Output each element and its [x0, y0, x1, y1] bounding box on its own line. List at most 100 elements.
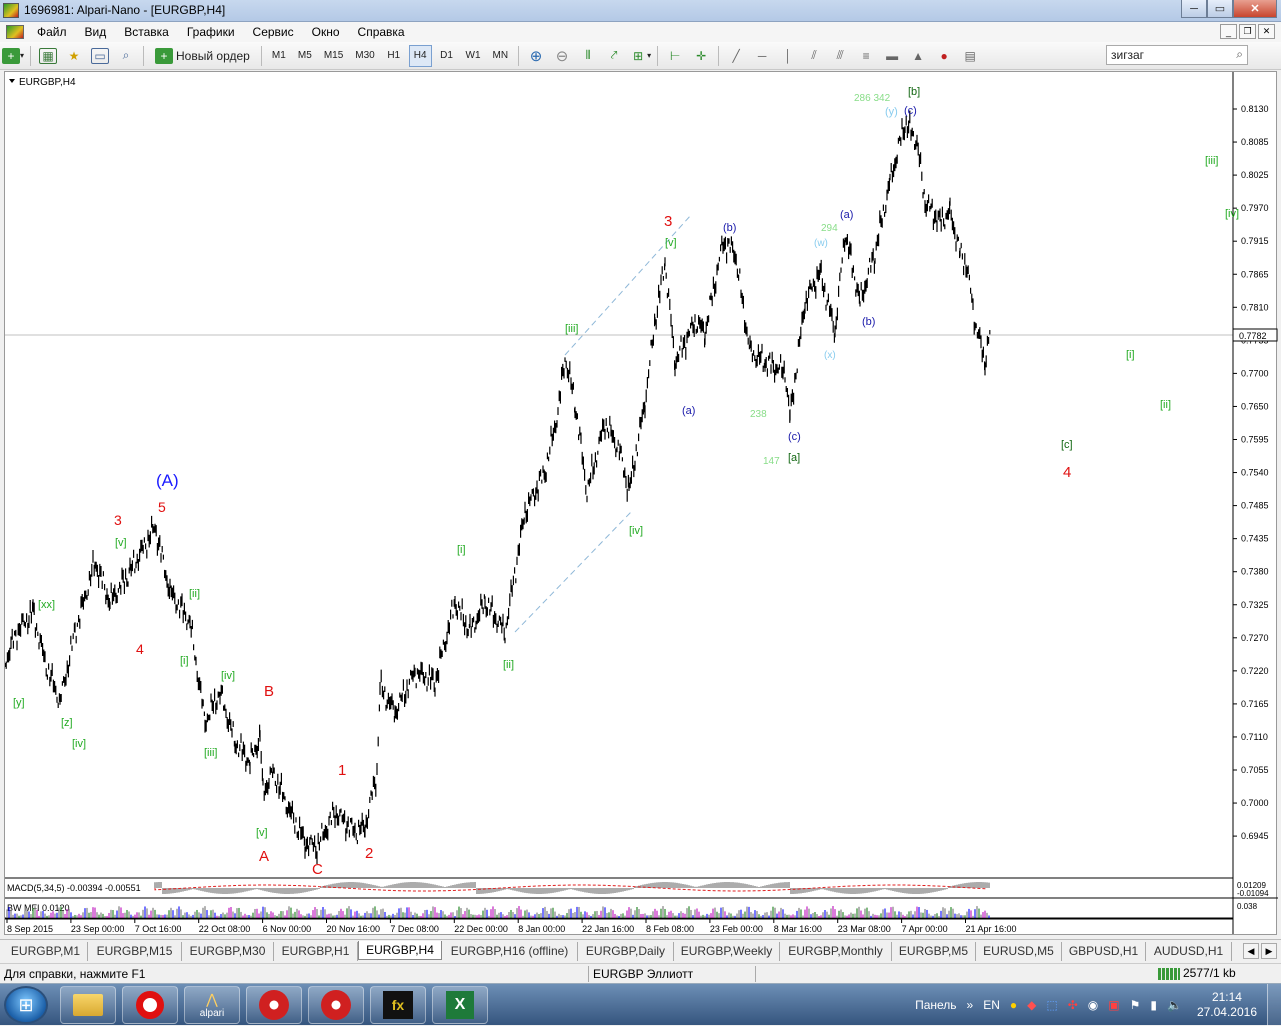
wave-label: 4 — [136, 641, 144, 657]
taskbar-app-red-1[interactable] — [246, 986, 302, 1024]
new-chart-button[interactable]: + ▾ — [2, 45, 24, 67]
channel-tool[interactable]: ⫽ — [803, 45, 825, 67]
tray-app-icon[interactable]: ● — [1010, 998, 1017, 1012]
search-icon[interactable]: ⌕ — [1236, 47, 1243, 62]
tf-m30[interactable]: M30 — [351, 45, 378, 67]
tab-eurgbp-daily[interactable]: EURGBP,Daily — [578, 942, 674, 961]
tray-panel[interactable]: Панель — [915, 998, 956, 1012]
minimize-button[interactable]: ─ — [1181, 0, 1207, 18]
taskbar-explorer[interactable] — [60, 986, 116, 1024]
trendline-tool[interactable]: ╱ — [725, 45, 747, 67]
tf-d1[interactable]: D1 — [436, 45, 458, 67]
tray-clock[interactable]: 21:14 27.04.2016 — [1197, 990, 1257, 1020]
vline-icon: │ — [784, 48, 792, 63]
wave-label: 3 — [114, 512, 122, 528]
mdi-close-button[interactable]: ✕ — [1258, 24, 1275, 39]
text-tool[interactable]: ▤ — [959, 45, 981, 67]
menu-tools[interactable]: Сервис — [244, 25, 303, 39]
tab-scroll-right-icon[interactable]: ▶ — [1261, 943, 1277, 959]
arrow-up-tool[interactable]: ▲ — [907, 45, 929, 67]
arrow-down-tool[interactable]: ● — [933, 45, 955, 67]
windows-logo-icon: ⊞ — [18, 994, 34, 1015]
mdi-minimize-button[interactable]: _ — [1220, 24, 1237, 39]
indicators-button[interactable]: ⊞ ▾ — [629, 45, 651, 67]
tray-sound-icon[interactable]: 🔈 — [1167, 998, 1182, 1012]
tray-panel-arrows-icon[interactable]: » — [967, 998, 974, 1012]
tray-lang[interactable]: EN — [983, 998, 1000, 1012]
date-tick-label: 23 Sep 00:00 — [71, 924, 125, 934]
tray-screenshot-icon[interactable]: ⬚ — [1046, 998, 1057, 1012]
tab-eurgbp-h4[interactable]: EURGBP,H4 — [358, 941, 442, 960]
tab-eurgbp-monthly[interactable]: EURGBP,Monthly — [780, 942, 892, 961]
zoom-in-button[interactable]: ⊕ — [525, 45, 547, 67]
tray-shield-icon[interactable]: ◆ — [1027, 998, 1036, 1012]
tab-gbpusd-h1[interactable]: GBPUSD,H1 — [1062, 942, 1146, 961]
tab-audusd-h1[interactable]: AUDUSD,H1 — [1146, 942, 1232, 961]
tab-scroll-left-icon[interactable]: ◀ — [1243, 943, 1259, 959]
channel-icon: ⫽ — [811, 48, 817, 62]
tab-eurgbp-m30[interactable]: EURGBP,M30 — [182, 942, 274, 961]
tf-m1[interactable]: M1 — [268, 45, 290, 67]
hline-tool[interactable]: ─ — [751, 45, 773, 67]
taskbar-app-red-2[interactable] — [308, 986, 364, 1024]
tile-button[interactable]: ⫴ — [577, 45, 599, 67]
chart-shift-icon: ⊢ — [669, 48, 681, 63]
market-watch-button[interactable]: ★ — [63, 45, 85, 67]
autoscroll-button[interactable]: ⤤ — [603, 45, 625, 67]
taskbar-alpari[interactable]: ⋀ alpari — [184, 986, 240, 1024]
tray-volume-icon[interactable]: ◉ — [1088, 998, 1098, 1012]
show-desktop-button[interactable] — [1267, 984, 1281, 1026]
tester-button[interactable]: ⌕ — [115, 45, 137, 67]
tab-eurgbp-h1[interactable]: EURGBP,H1 — [274, 942, 358, 961]
fibo-tool[interactable]: ≡ — [855, 45, 877, 67]
tab-eurgbp-h16[interactable]: EURGBP,H16 (offline) — [442, 942, 578, 961]
tab-eurusd-m5[interactable]: EURUSD,M5 — [976, 942, 1062, 961]
gann-tool[interactable]: ⫻ — [829, 45, 851, 67]
rectangle-tool[interactable]: ▬ — [881, 45, 903, 67]
menu-insert[interactable]: Вставка — [115, 25, 178, 39]
crosshair-button[interactable]: ✛ — [690, 45, 712, 67]
tray-flag-icon[interactable]: ⚑ — [1130, 998, 1141, 1012]
tab-eurgbp-m5[interactable]: EURGBP,M5 — [892, 942, 976, 961]
vline-tool[interactable]: │ — [777, 45, 799, 67]
tf-m5[interactable]: M5 — [294, 45, 316, 67]
tray-antivirus-icon[interactable]: ▣ — [1108, 998, 1119, 1012]
new-order-button[interactable]: + Новый ордер — [150, 45, 255, 67]
menu-help[interactable]: Справка — [349, 25, 414, 39]
tf-m15[interactable]: M15 — [320, 45, 347, 67]
navigator-button[interactable]: ▭ — [89, 45, 111, 67]
taskbar-fx[interactable]: fx — [370, 986, 426, 1024]
start-button[interactable]: ⊞ — [4, 986, 48, 1024]
chart-window-icon[interactable] — [6, 25, 24, 39]
taskbar-opera[interactable] — [122, 986, 178, 1024]
wave-label: 286 342 — [854, 93, 891, 104]
tab-eurgbp-weekly[interactable]: EURGBP,Weekly — [674, 942, 780, 961]
taskbar-excel[interactable]: X — [432, 986, 488, 1024]
menu-view[interactable]: Вид — [76, 25, 116, 39]
search-input[interactable]: зигзаг ⌕ — [1106, 45, 1248, 65]
mdi-restore-button[interactable]: ❐ — [1239, 24, 1256, 39]
wave-label: 147 — [763, 456, 780, 467]
menu-window[interactable]: Окно — [303, 25, 349, 39]
tf-mn[interactable]: MN — [489, 45, 513, 67]
price-chart[interactable]: EURGBP,H4 0.8130 0.8085 0.8025 0.7970 0.7915… — [5, 72, 1278, 936]
tray-network-icon[interactable]: ✣ — [1068, 998, 1078, 1012]
tray-signal-icon[interactable]: ▮ — [1150, 998, 1157, 1012]
zoom-out-button[interactable]: ⊖ — [551, 45, 573, 67]
menu-file[interactable]: Файл — [28, 25, 76, 39]
close-button[interactable]: ✕ — [1233, 0, 1277, 18]
chart-window[interactable]: EURGBP,H4 0.8130 0.8085 0.8025 0.7970 0.7915… — [4, 71, 1278, 936]
chart-collapse-icon[interactable] — [9, 79, 15, 83]
window-controls: ─ ▭ ✕ — [1181, 0, 1277, 20]
chart-shift-button[interactable]: ⊢ — [664, 45, 686, 67]
tf-h4[interactable]: H4 — [408, 44, 432, 67]
price-tick-label: 0.7380 — [1241, 567, 1269, 577]
tf-w1[interactable]: W1 — [462, 45, 485, 67]
maximize-button[interactable]: ▭ — [1207, 0, 1233, 18]
profiles-button[interactable]: ▦ — [37, 45, 59, 67]
menu-charts[interactable]: Графики — [178, 25, 244, 39]
price-tick-label: 0.7865 — [1241, 269, 1269, 279]
tf-h1[interactable]: H1 — [383, 45, 405, 67]
tab-eurgbp-m1[interactable]: EURGBP,M1 — [4, 942, 88, 961]
tab-eurgbp-m15[interactable]: EURGBP,M15 — [88, 942, 182, 961]
